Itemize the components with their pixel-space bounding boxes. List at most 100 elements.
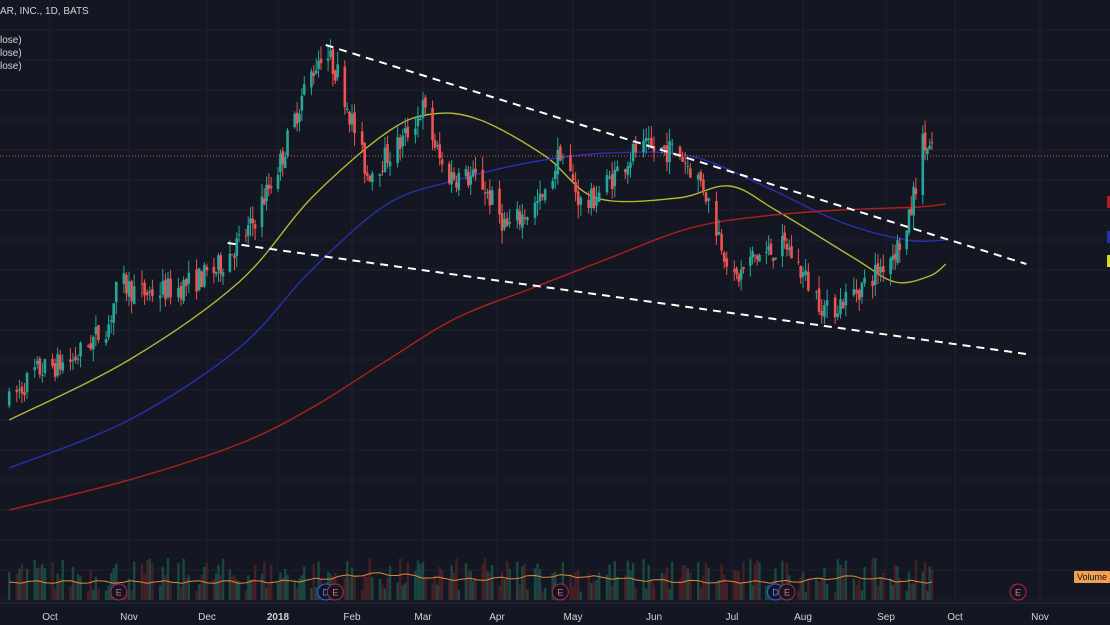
candle-body xyxy=(928,145,931,150)
volume-bar xyxy=(733,569,736,600)
candle-body xyxy=(177,287,180,298)
candle-body xyxy=(464,169,468,176)
volume-bar xyxy=(371,577,374,600)
x-axis-tick-label: Nov xyxy=(1031,612,1049,623)
candle-body xyxy=(58,354,62,370)
candle-body xyxy=(424,97,427,108)
volume-bar xyxy=(797,590,800,600)
volume-bar xyxy=(543,587,547,600)
candle-body xyxy=(855,289,858,294)
candle-body xyxy=(610,174,614,190)
volume-bar xyxy=(283,568,287,600)
candle-body xyxy=(251,218,255,224)
volume-bar xyxy=(159,585,162,600)
candle-body xyxy=(7,391,11,406)
earnings-marker-label: E xyxy=(116,588,122,598)
candle-body xyxy=(383,147,387,173)
earnings-event-marker[interactable]: E xyxy=(110,583,128,601)
earnings-marker-label: E xyxy=(784,588,790,598)
volume-bar xyxy=(383,588,387,600)
volume-bar xyxy=(187,575,190,600)
candle-body xyxy=(686,165,690,167)
candle-body xyxy=(574,181,577,193)
candle-body xyxy=(132,286,136,304)
candle-body xyxy=(166,278,170,298)
legend-ma-slow[interactable]: lose) xyxy=(0,60,22,73)
candle-body xyxy=(187,272,191,284)
volume-bar xyxy=(433,575,437,600)
candle-body xyxy=(363,142,366,174)
candle-body xyxy=(592,187,596,209)
volume-bar xyxy=(735,570,738,600)
candle-body xyxy=(551,181,555,189)
candle-body xyxy=(381,171,384,173)
earnings-event-marker[interactable]: E xyxy=(551,583,569,601)
volume-bar xyxy=(508,568,511,600)
candle-body xyxy=(184,278,188,287)
volume-bar xyxy=(912,583,915,600)
volume-bar xyxy=(360,590,364,600)
volume-bar xyxy=(498,585,501,600)
volume-bar xyxy=(660,572,663,600)
candle-body xyxy=(396,137,399,164)
candle-body xyxy=(587,200,590,208)
volume-bar xyxy=(891,585,895,600)
volume-bar xyxy=(595,579,598,600)
candle-body xyxy=(56,354,59,376)
candle-body xyxy=(35,360,39,365)
x-axis-tick-label: Oct xyxy=(947,612,963,623)
volume-bar xyxy=(663,573,666,600)
legend-ma-fast[interactable]: lose) xyxy=(0,34,22,47)
candle-body xyxy=(112,303,116,323)
candle-body xyxy=(406,126,410,138)
candle-body xyxy=(732,269,736,272)
volume-bar xyxy=(481,564,484,600)
volume-bar xyxy=(926,591,929,600)
candle-body xyxy=(889,258,892,275)
volume-bar xyxy=(668,588,671,600)
volume-bar xyxy=(182,558,185,600)
candle-body xyxy=(235,238,239,256)
volume-bar xyxy=(500,572,504,600)
candle-body xyxy=(490,190,494,205)
volume-bar xyxy=(579,591,583,600)
earnings-event-marker[interactable]: E xyxy=(1009,583,1027,601)
candle-body xyxy=(681,156,684,162)
candle-body xyxy=(839,299,842,315)
volume-bar xyxy=(820,576,823,600)
volume-bar xyxy=(314,587,318,600)
earnings-event-marker[interactable]: E xyxy=(778,583,796,601)
candle-body xyxy=(219,255,223,274)
candle-body xyxy=(702,179,705,192)
candle-body xyxy=(161,281,165,295)
earnings-event-marker[interactable]: E xyxy=(326,583,344,601)
volume-bar xyxy=(839,565,842,600)
candle-body xyxy=(553,170,557,180)
candle-body xyxy=(365,172,369,176)
candle-body xyxy=(629,162,632,168)
volume-bar xyxy=(130,589,133,600)
volume-bar xyxy=(363,576,366,600)
candle-body xyxy=(416,116,420,127)
candle-body xyxy=(447,163,451,184)
volume-bar xyxy=(104,590,108,600)
candle-body xyxy=(571,174,575,181)
candle-body xyxy=(114,281,118,303)
volume-bar xyxy=(678,578,682,600)
price-chart[interactable]: E D E E D E EOct Nov Dec 2018 Feb Mar Apr May Jun Jul Au… xyxy=(0,0,1110,625)
volume-bar xyxy=(642,559,645,600)
candle-body xyxy=(214,272,218,274)
candle-body xyxy=(370,173,374,183)
volume-bar xyxy=(610,585,614,600)
volume-bar xyxy=(702,575,705,600)
candle-body xyxy=(92,337,95,350)
volume-bar xyxy=(346,561,349,600)
volume-bar xyxy=(265,587,268,600)
candle-body xyxy=(25,373,29,393)
candle-body xyxy=(804,270,807,276)
legend-ma-mid[interactable]: lose) xyxy=(0,47,22,60)
candle-body xyxy=(799,265,803,278)
volume-bar xyxy=(401,585,404,600)
candle-body xyxy=(930,142,934,144)
volume-bar xyxy=(343,577,347,600)
